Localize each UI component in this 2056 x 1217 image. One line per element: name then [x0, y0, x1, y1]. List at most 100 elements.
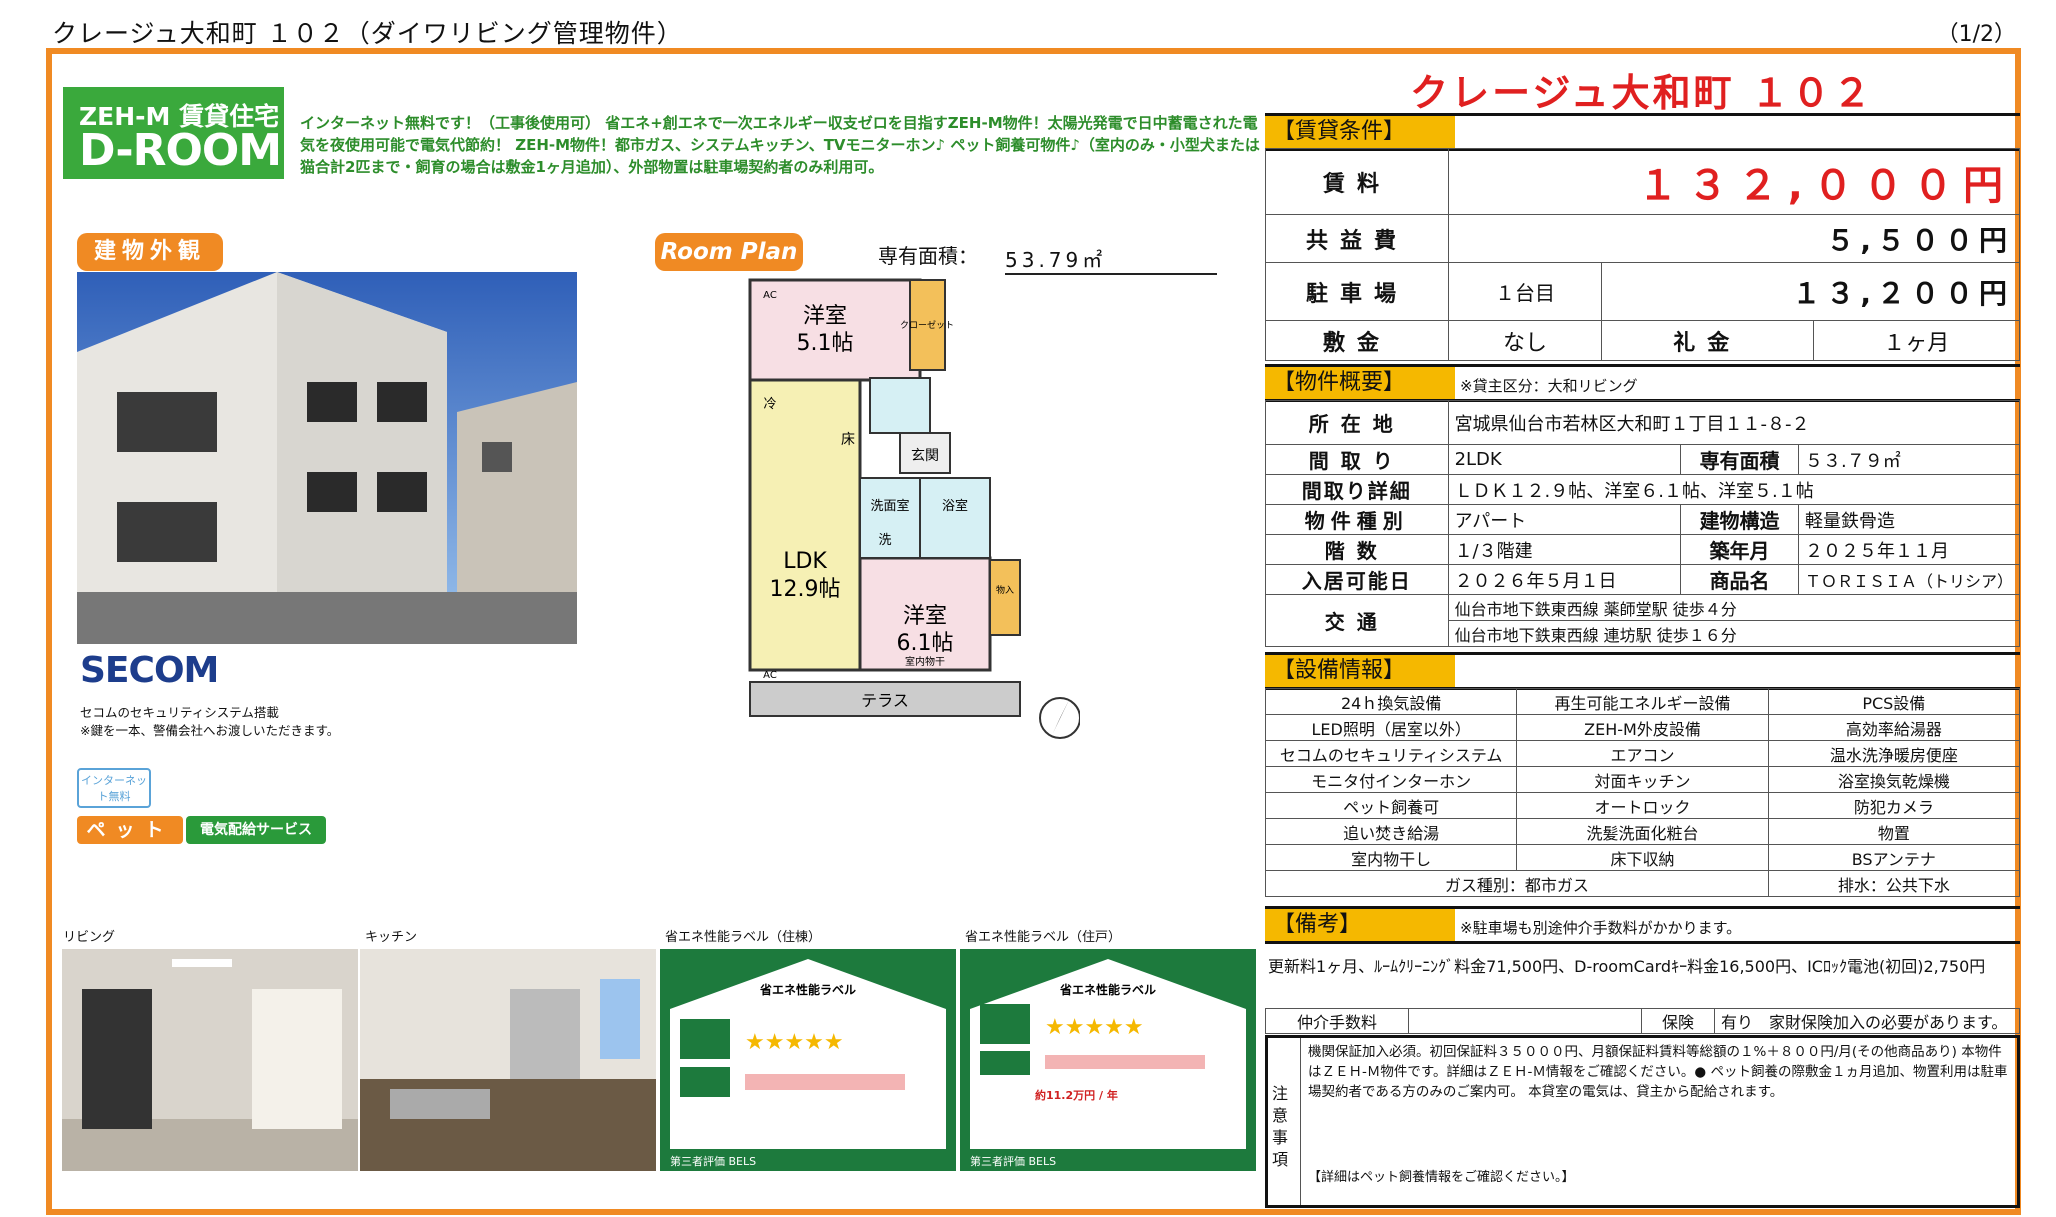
- address-value: 宮城県仙台市若林区大和町１丁目１１-８-２: [1447, 400, 2021, 445]
- energy-label-unit: 省エネ性能ラベル ★★★★★ 約11.2万円 / 年 第三者評価 BELS: [960, 949, 1256, 1171]
- common-fee-label: 共益費: [1265, 214, 1449, 263]
- pet-badge: ペット: [77, 816, 183, 844]
- storage-label: 物入: [996, 584, 1014, 596]
- equipment-item: 高効率給湯器: [1767, 714, 2021, 741]
- area-value: 53.79㎡: [1005, 244, 1217, 275]
- transport-line2: 仙台市地下鉄東西線 連坊駅 徒歩１６分: [1447, 620, 2021, 647]
- rent-label: 賃料: [1265, 148, 1449, 215]
- property-name: クレージュ大和町 １０２: [1410, 71, 1874, 115]
- rent-value: １３２,０００円: [1448, 148, 2020, 215]
- equipment-item: 浴室換気乾燥機: [1767, 766, 2021, 793]
- floors-value: １/３階建: [1447, 534, 1682, 565]
- equipment-row: 24ｈ換気設備 再生可能エネルギー設備 PCS設備: [1264, 688, 2021, 715]
- layout-detail-value: ＬＤＫ１２.９帖、洋室６.１帖、洋室５.１帖: [1447, 474, 2021, 505]
- document-title: クレージュ大和町 １０２（ダイワリビング管理物件）: [52, 19, 683, 48]
- ac-label-top: AC: [763, 290, 777, 301]
- rent-section-label: 【賃貸条件】: [1265, 116, 1455, 148]
- insurance-label: 保険: [1641, 1008, 1715, 1034]
- overview-table: 所在地 宮城県仙台市若林区大和町１丁目１１-８-２ 間取り 2LDK 専有面積 …: [1265, 400, 2021, 647]
- rent-section-header: 【賃貸条件】: [1265, 113, 2020, 151]
- security-line2: ※鍵を一本、警備会社へお渡しいただきます。: [80, 723, 340, 738]
- product-label: 商品名: [1680, 564, 1799, 595]
- equipment-item: 室内物干し: [1264, 844, 1518, 871]
- structure-label: 建物構造: [1680, 504, 1799, 535]
- equipment-item: ペット飼養可: [1264, 792, 1518, 819]
- transport-label: 交通: [1265, 594, 1449, 647]
- equipment-section-header: 【設備情報】: [1265, 652, 2020, 690]
- property-type-value: アパート: [1447, 504, 1682, 535]
- overview-section-label: 【物件概要】: [1265, 367, 1455, 399]
- equipment-item: 追い焚き給湯: [1264, 818, 1518, 845]
- floors-label: 階数: [1265, 534, 1449, 565]
- equipment-item: BSアンテナ: [1767, 844, 2021, 871]
- built-date-label: 築年月: [1680, 534, 1799, 565]
- brokerage-label: 仲介手数料: [1265, 1008, 1409, 1034]
- room-plan-label: Room Plan: [655, 233, 803, 271]
- parking-count: １台目: [1448, 262, 1602, 321]
- equipment-item: 物置: [1767, 818, 2021, 845]
- floor-area-value: ５３.７９㎡: [1797, 444, 2021, 475]
- living-photo: [62, 949, 358, 1171]
- caution-label: 注意事項: [1272, 1084, 1289, 1169]
- secom-logo: SECOM: [80, 650, 219, 691]
- room-western1-size: 5.1帖: [797, 331, 854, 356]
- room-ldk-label: LDK: [783, 549, 827, 574]
- address-label: 所在地: [1265, 400, 1449, 445]
- layout-detail-label: 間取り詳細: [1265, 474, 1449, 505]
- brokerage-table: 仲介手数料 保険 有り 家財保険加入の必要があります。: [1265, 1008, 2020, 1034]
- electric-service-badge: 電気配給サービス: [186, 816, 326, 844]
- remarks-section-header: 【備考】 ※駐車場も別途仲介手数料がかかります。: [1265, 906, 2020, 944]
- caution-text: 機関保証加入必須。初回保証料３５０００円、月額保証料賃料等総額の１%＋８００円/…: [1308, 1044, 2008, 1100]
- svg-text:★★★★★: ★★★★★: [1045, 1015, 1144, 1040]
- droom-logo: ZEH-M 賃貸住宅 D-ROOM: [63, 87, 284, 179]
- area-label: 専有面積：: [878, 244, 978, 268]
- equipment-row: LED照明（居室以外） ZEH-M外皮設備 高効率給湯器: [1264, 714, 2021, 741]
- equipment-item: PCS設備: [1767, 688, 2021, 715]
- room-entrance: 玄関: [911, 447, 939, 464]
- rent-table: 賃料 １３２,０００円 共益費 ５,５００円 駐車場 １台目 １３,２００円 敷…: [1265, 148, 2021, 361]
- gas-type: ガス種別：都市ガス: [1265, 870, 1769, 897]
- room-terrace: テラス: [861, 691, 909, 710]
- built-date-value: ２０２５年１１月: [1797, 534, 2021, 565]
- parking-value: １３,２００円: [1601, 262, 2020, 321]
- energy-label-title-1: 省エネ性能ラベル: [759, 982, 856, 997]
- property-type-label: 物件種別: [1265, 504, 1449, 535]
- internet-free-badge: インターネット無料: [77, 768, 151, 808]
- indoor-dry-label: 室内物干: [905, 655, 945, 668]
- deposit-value: なし: [1448, 320, 1602, 361]
- room-floor: 床: [841, 432, 855, 448]
- equipment-row: モニタ付インターホン 対面キッチン 浴室換気乾燥機: [1264, 766, 2021, 793]
- key-money-value: １ヶ月: [1812, 320, 2021, 361]
- equipment-item: オートロック: [1516, 792, 1769, 819]
- energy-label-title-2: 省エネ性能ラベル: [1059, 982, 1156, 997]
- photo-caption-label-unit: 省エネ性能ラベル（住戸）: [965, 930, 1122, 945]
- caution-box: 注意事項 機関保証加入必須。初回保証料３５０００円、月額保証料賃料等総額の１%＋…: [1265, 1035, 2020, 1208]
- structure-value: 軽量鉄骨造: [1797, 504, 2021, 535]
- product-value: ＴＯＲＩＳＩＡ（トリシア）: [1797, 564, 2021, 595]
- photo-caption-label-building: 省エネ性能ラベル（住棟）: [665, 930, 822, 945]
- floor-area-label: 専有面積: [1680, 444, 1799, 475]
- equipment-item: モニタ付インターホン: [1264, 766, 1518, 793]
- equipment-item: エアコン: [1516, 740, 1769, 767]
- deposit-label: 敷金: [1265, 320, 1449, 361]
- equipment-section-label: 【設備情報】: [1265, 655, 1455, 687]
- equipment-row: セコムのセキュリティシステム エアコン 温水洗浄暖房便座: [1264, 740, 2021, 767]
- room-washroom: 洗面室: [870, 498, 909, 514]
- move-in-label: 入居可能日: [1265, 564, 1449, 595]
- energy-label-footer-2: 第三者評価 BELS: [970, 1154, 1056, 1168]
- energy-cost: 約11.2万円 / 年: [1035, 1088, 1118, 1102]
- remarks-note: ※駐車場も別途仲介手数料がかかります。: [1460, 919, 1742, 937]
- common-fee-value: ５,５００円: [1448, 214, 2020, 263]
- equipment-row: 追い焚き給湯 洗髪洗面化粧台 物置: [1264, 818, 2021, 845]
- energy-label-building: 省エネ性能ラベル ★★★★★ 第三者評価 BELS: [660, 949, 956, 1171]
- equipment-item: 床下収納: [1516, 844, 1769, 871]
- equipment-item: 温水洗浄暖房便座: [1767, 740, 2021, 767]
- fees-text: 更新料1ヶ月、ﾙｰﾑｸﾘｰﾆﾝｸﾞ料金71,500円、D-roomCardｷｰ料…: [1268, 957, 1986, 976]
- equipment-item: 24ｈ換気設備: [1264, 688, 1518, 715]
- move-in-value: ２０２６年５月１日: [1447, 564, 1682, 595]
- room-bath: 浴室: [942, 498, 968, 514]
- closet-label: クローゼット: [900, 319, 954, 331]
- exterior-photo: [77, 272, 577, 644]
- security-description: セコムのセキュリティシステム搭載 ※鍵を一本、警備会社へお渡しいただきます。: [80, 704, 339, 740]
- overview-section-header: 【物件概要】 ※貸主区分：大和リビング: [1265, 364, 2020, 402]
